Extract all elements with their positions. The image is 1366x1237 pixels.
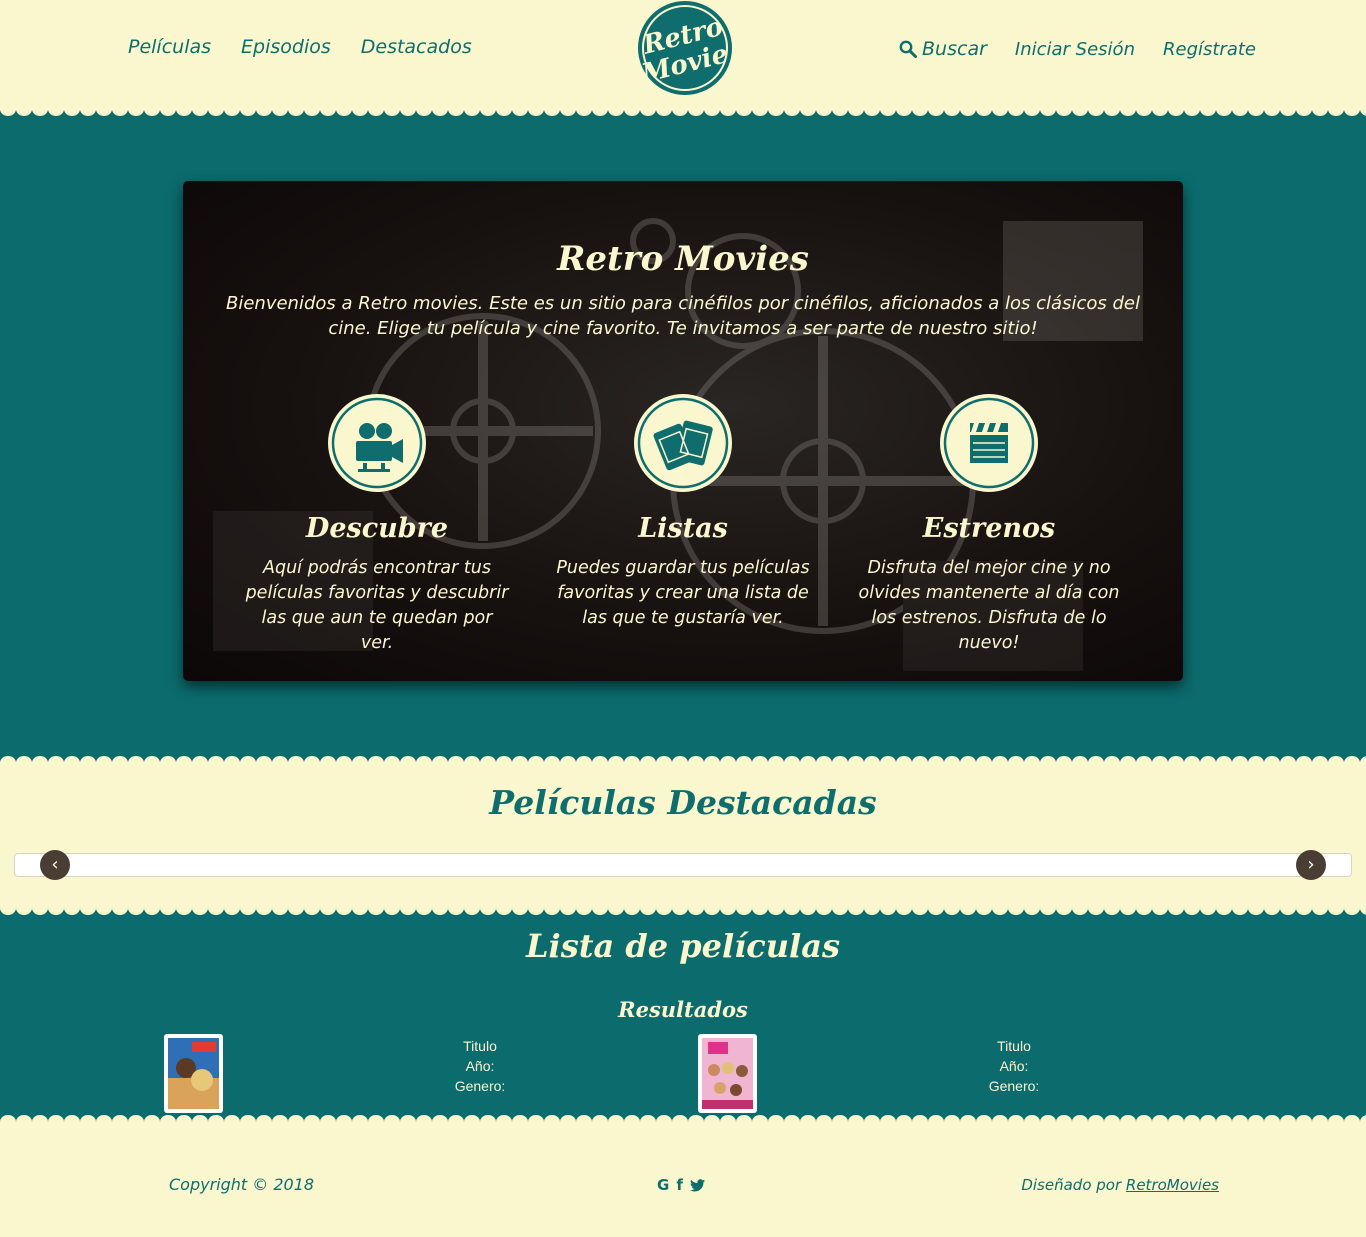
hero-title: Retro Movies (557, 239, 809, 279)
feature-listas: Listas Puedes guardar tus películas favo… (533, 393, 833, 631)
feature-title: Estrenos (922, 513, 1056, 544)
ticket-icon (633, 393, 733, 493)
movie-year: Año: (465, 1058, 495, 1074)
movie-camera-icon (327, 393, 427, 493)
search-icon (899, 40, 918, 58)
featured-title: Películas Destacadas (489, 783, 877, 822)
carousel-prev-button[interactable]: ‹ (40, 850, 70, 880)
movie-genre: Genero: (988, 1078, 1040, 1094)
hero-intro: Bienvenidos a Retro movies. Este es un s… (226, 293, 1140, 339)
search-link[interactable]: Buscar (899, 38, 987, 60)
site-header: Películas Episodios Destacados Retro Mov… (0, 0, 1366, 110)
carousel-next-button[interactable]: › (1296, 850, 1326, 880)
movie-year: Año: (999, 1058, 1029, 1074)
feature-descubre: Descubre Aquí podrás encontrar tus pelíc… (227, 393, 527, 656)
wave-divider-list-top (0, 904, 1366, 916)
register-link[interactable]: Regístrate (1163, 39, 1256, 60)
movie-title: Titulo (997, 1038, 1031, 1054)
feature-text: Puedes guardar tus películas favoritas y… (556, 558, 810, 628)
hero-section: Retro Movies Bienvenidos a Retro movies.… (0, 105, 1366, 767)
movie-poster[interactable] (164, 1034, 223, 1113)
search-label: Buscar (922, 38, 987, 60)
feature-title: Descubre (305, 513, 449, 544)
list-title: Lista de películas (526, 927, 840, 965)
nav-peliculas[interactable]: Películas (128, 36, 211, 58)
social-links: G f (657, 1176, 705, 1194)
google-icon[interactable]: G (657, 1176, 669, 1194)
designer-credit: Diseñado por RetroMovies (1021, 1176, 1219, 1194)
credit-link[interactable]: RetroMovies (1126, 1176, 1219, 1194)
twitter-icon[interactable] (689, 1178, 705, 1192)
feature-text: Aquí podrás encontrar tus películas favo… (245, 558, 509, 653)
movie-meta: Titulo Año: Genero: (954, 1036, 1074, 1096)
movie-poster-image (168, 1038, 219, 1109)
facebook-icon[interactable]: f (676, 1176, 683, 1194)
movie-genre: Genero: (454, 1078, 506, 1094)
main-nav: Películas Episodios Destacados (128, 36, 472, 58)
feature-text: Disfruta del mejor cine y no olvides man… (858, 558, 1120, 653)
nav-episodios[interactable]: Episodios (241, 36, 331, 58)
movie-list-section: Lista de películas Resultados Titulo Año… (0, 904, 1366, 1126)
feature-title: Listas (638, 513, 728, 544)
wave-divider-list-bottom (0, 1114, 1366, 1126)
clapperboard-icon (939, 393, 1039, 493)
movie-poster[interactable] (698, 1034, 757, 1113)
movie-title: Titulo (463, 1038, 497, 1054)
copyright-text: Copyright © 2018 (169, 1175, 315, 1194)
featured-carousel[interactable] (14, 853, 1352, 877)
site-logo[interactable]: Retro Movie (635, 0, 735, 98)
feature-estrenos: Estrenos Disfruta del mejor cine y no ol… (839, 393, 1139, 656)
wave-divider-bottom (0, 755, 1366, 767)
results-heading: Resultados (618, 997, 748, 1022)
login-link[interactable]: Iniciar Sesión (1015, 39, 1135, 60)
movie-meta: Titulo Año: Genero: (420, 1036, 540, 1096)
nav-destacados[interactable]: Destacados (361, 36, 472, 58)
movie-poster-image (702, 1038, 753, 1109)
credit-prefix: Diseñado por (1021, 1176, 1126, 1194)
hero-card: Retro Movies Bienvenidos a Retro movies.… (183, 181, 1183, 681)
user-nav: Buscar Iniciar Sesión Regístrate (899, 38, 1256, 60)
